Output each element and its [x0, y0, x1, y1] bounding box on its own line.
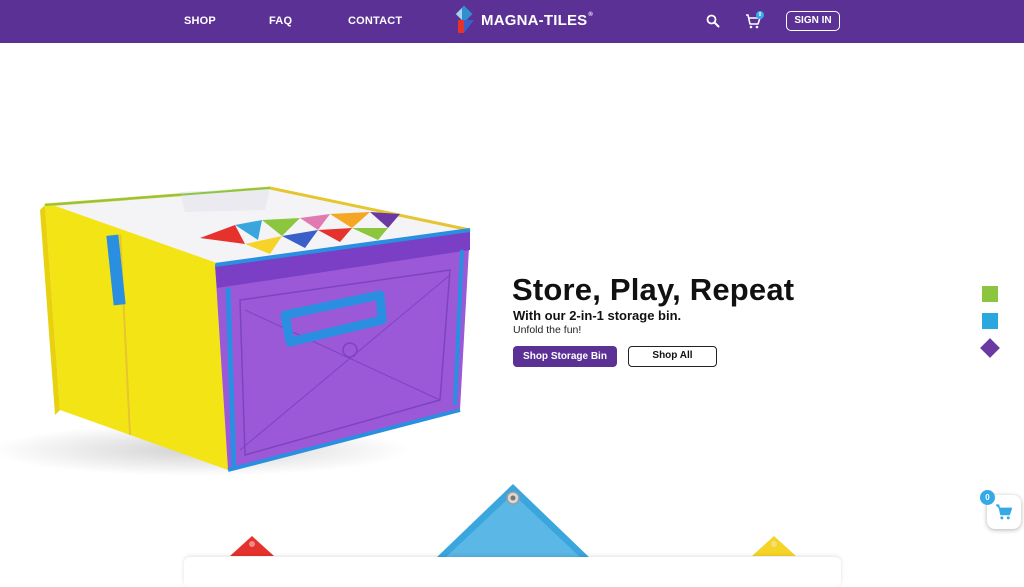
logo-text: MAGNA-TILES® — [481, 11, 593, 29]
slide-swatch-green[interactable] — [982, 286, 998, 302]
shop-storage-bin-button[interactable]: Shop Storage Bin — [513, 346, 617, 367]
site-header: SHOP FAQ CONTACT MAGNA-TILES® 0 SIGN IN — [0, 0, 1024, 43]
hero-title: Store, Play, Repeat — [512, 272, 795, 307]
content-card — [184, 557, 841, 587]
floating-cart-count-badge: 0 — [980, 490, 995, 505]
hero-tagline: Unfold the fun! — [513, 324, 582, 336]
shop-all-button[interactable]: Shop All — [628, 346, 717, 367]
logo-mark-icon — [455, 5, 474, 33]
site-logo[interactable]: MAGNA-TILES® — [448, 3, 593, 37]
nav-shop[interactable]: SHOP — [184, 15, 216, 27]
sign-in-button[interactable]: SIGN IN — [786, 11, 840, 31]
nav-faq[interactable]: FAQ — [269, 15, 292, 27]
slide-swatch-purple[interactable] — [980, 338, 1000, 358]
hero-subtitle: With our 2-in-1 storage bin. — [513, 308, 682, 323]
slide-swatch-blue[interactable] — [982, 313, 998, 329]
cart-count-badge: 0 — [756, 11, 764, 19]
nav-contact[interactable]: CONTACT — [348, 15, 402, 27]
search-icon[interactable] — [706, 14, 720, 33]
cart-icon — [995, 504, 1013, 520]
storage-bin-image — [0, 186, 471, 476]
